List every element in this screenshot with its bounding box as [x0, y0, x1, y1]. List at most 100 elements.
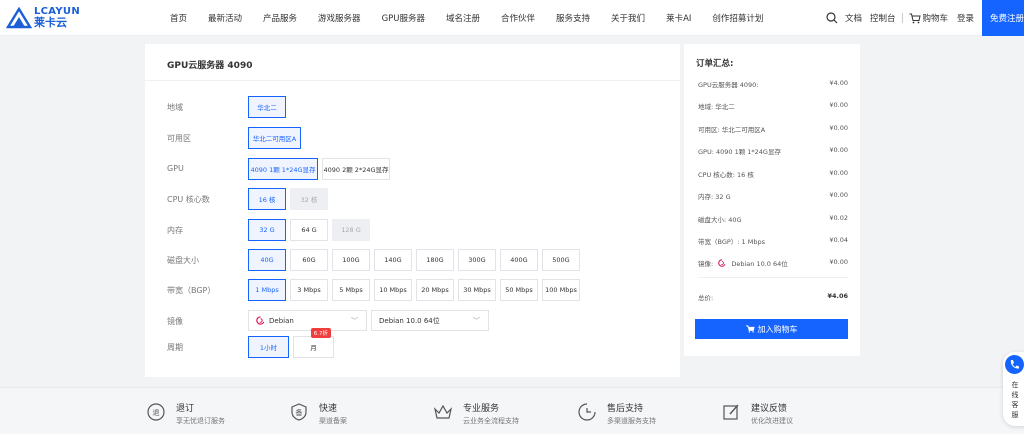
- os-version-value: Debian 10.0 64位: [379, 316, 440, 325]
- summary-row: GPU云服务器 4090: ¥4.00: [698, 79, 848, 89]
- bandwidth-option-30[interactable]: 30 Mbps: [458, 279, 496, 301]
- summary-row-image: 镜像: Debian 10.0 64位 ¥0.00: [698, 258, 848, 270]
- cart-link[interactable]: 购物车: [923, 12, 949, 24]
- period-row: 周期 1小时 月 6.7折: [145, 328, 680, 358]
- nav-home[interactable]: 首页: [170, 12, 187, 24]
- memory-option-64[interactable]: 64 G: [290, 219, 328, 241]
- disk-option-300[interactable]: 300G: [458, 249, 496, 271]
- summary-total: 总价: ¥4.06: [698, 292, 848, 302]
- image-row: 镜像 Debian ﹀ Debian 10.0 64位 ﹀: [145, 310, 680, 332]
- online-service-widget[interactable]: 在线客服: [1003, 352, 1024, 426]
- summary-row: CPU 核心数: 16 核 ¥0.00: [698, 169, 848, 179]
- summary-row: 内存: 32 G ¥0.00: [698, 191, 848, 201]
- disk-option-40[interactable]: 40G: [248, 249, 286, 271]
- divider: [698, 277, 848, 278]
- gpu-option-1[interactable]: 4090 1颗 1*24G显存: [248, 158, 318, 180]
- nav-products[interactable]: 产品服务: [263, 12, 297, 24]
- cpu-row: CPU 核心数 16 核 32 核: [145, 188, 680, 210]
- nav-partners[interactable]: 合作伙伴: [501, 12, 535, 24]
- logo[interactable]: LCAYUN 莱卡云: [6, 5, 88, 31]
- os-select[interactable]: Debian ﹀: [248, 310, 367, 331]
- nav-about[interactable]: 关于我们: [611, 12, 645, 24]
- bandwidth-option-50[interactable]: 50 Mbps: [500, 279, 538, 301]
- os-version-select[interactable]: Debian 10.0 64位 ﹀: [371, 310, 489, 331]
- nav-creator[interactable]: 创作招募计划: [712, 12, 763, 24]
- search-icon[interactable]: [826, 12, 838, 24]
- cpu-option-32: 32 核: [290, 188, 328, 210]
- disk-option-100[interactable]: 100G: [332, 249, 370, 271]
- header-divider: [901, 13, 903, 23]
- cpu-option-16[interactable]: 16 核: [248, 188, 286, 210]
- nav-support[interactable]: 服务支持: [556, 12, 590, 24]
- summary-row: 磁盘大小: 40G ¥0.02: [698, 214, 848, 224]
- header-right: 文档 控制台 购物车 登录: [826, 0, 974, 36]
- period-option-month[interactable]: 月 6.7折: [293, 328, 334, 358]
- gpu-option-2[interactable]: 4090 2颗 2*24G显存: [322, 158, 390, 180]
- memory-option-128: 128 G: [332, 219, 370, 241]
- divider: [145, 80, 680, 81]
- zone-option-a[interactable]: 华北二可用区A: [248, 127, 301, 149]
- nav-game-servers[interactable]: 游戏服务器: [318, 12, 361, 24]
- refund-icon: 退: [147, 403, 165, 421]
- add-to-cart-label: 加入购物车: [757, 324, 798, 334]
- period-option-hour[interactable]: 1小时: [248, 336, 289, 358]
- bandwidth-row: 带宽（BGP） 1 Mbps 3 Mbps 5 Mbps 10 Mbps 20 …: [145, 279, 680, 301]
- summary-title: 订单汇总:: [696, 59, 734, 69]
- debian-icon: [718, 259, 726, 267]
- discount-badge: 6.7折: [310, 328, 331, 338]
- zone-row: 可用区 华北二可用区A: [145, 127, 680, 149]
- config-card: GPU云服务器 4090 地域 华北二 可用区 华北二可用区A GPU 4090…: [145, 44, 680, 377]
- disk-option-400[interactable]: 400G: [500, 249, 538, 271]
- bandwidth-option-1[interactable]: 1 Mbps: [248, 279, 286, 301]
- console-link[interactable]: 控制台: [870, 12, 896, 24]
- bandwidth-option-10[interactable]: 10 Mbps: [374, 279, 412, 301]
- bandwidth-option-20[interactable]: 20 Mbps: [416, 279, 454, 301]
- nav-activities[interactable]: 最新活动: [208, 12, 242, 24]
- feature-bar: 退 退订 享无忧退订服务 备 快速 渠道备案 专业服务 云业务全流程支持 售后支…: [0, 387, 1024, 434]
- bandwidth-option-3[interactable]: 3 Mbps: [290, 279, 328, 301]
- clock-icon: [578, 403, 596, 421]
- summary-image-value: Debian 10.0 64位: [731, 260, 788, 268]
- total-label: 总价:: [698, 294, 714, 302]
- bandwidth-option-100[interactable]: 100 Mbps: [542, 279, 580, 301]
- region-option-huabei2[interactable]: 华北二: [248, 96, 286, 118]
- chevron-down-icon: ﹀: [351, 317, 358, 325]
- logo-mark-icon: [6, 7, 32, 29]
- gpu-row: GPU 4090 1颗 1*24G显存 4090 2颗 2*24G显存: [145, 158, 680, 180]
- disk-option-60[interactable]: 60G: [290, 249, 328, 271]
- disk-row: 磁盘大小 40G 60G 100G 140G 180G 300G 400G 50…: [145, 249, 680, 271]
- crown-icon: [433, 404, 453, 419]
- cart-icon[interactable]: [909, 13, 921, 24]
- add-to-cart-button[interactable]: 加入购物车: [695, 319, 848, 339]
- svg-text:备: 备: [296, 408, 303, 417]
- memory-row: 内存 32 G 64 G 128 G: [145, 219, 680, 241]
- summary-row: 可用区: 华北二可用区A ¥0.00: [698, 124, 848, 134]
- order-summary: 订单汇总: GPU云服务器 4090: ¥4.00 地域: 华北二 ¥0.00 可用…: [684, 44, 860, 356]
- bandwidth-label: 带宽（BGP）: [167, 286, 216, 295]
- svg-text:退: 退: [153, 408, 160, 417]
- summary-image-key: 镜像:: [698, 260, 714, 268]
- summary-row: 地域: 华北二 ¥0.00: [698, 101, 848, 111]
- summary-row: GPU: 4090 1颗 1*24G显存 ¥0.00: [698, 146, 848, 156]
- summary-row: 带宽（BGP）: 1 Mbps ¥0.04: [698, 236, 848, 246]
- region-row: 地域 华北二: [145, 96, 680, 118]
- phone-icon: [1005, 355, 1024, 374]
- product-title: GPU云服务器 4090: [167, 61, 253, 71]
- nav-ai[interactable]: 莱卡AI: [666, 12, 691, 24]
- debian-icon: [256, 316, 265, 325]
- disk-option-140[interactable]: 140G: [374, 249, 412, 271]
- bandwidth-option-5[interactable]: 5 Mbps: [332, 279, 370, 301]
- nav-gpu-servers[interactable]: GPU服务器: [382, 12, 425, 24]
- disk-option-180[interactable]: 180G: [416, 249, 454, 271]
- logo-text-cn: 莱卡云: [34, 16, 67, 29]
- login-link[interactable]: 登录: [957, 12, 974, 24]
- disk-option-500[interactable]: 500G: [542, 249, 580, 271]
- top-header: LCAYUN 莱卡云 首页 最新活动 产品服务 游戏服务器 GPU服务器 域名注…: [0, 0, 1024, 36]
- memory-option-32[interactable]: 32 G: [248, 219, 286, 241]
- nav-domain[interactable]: 域名注册: [446, 12, 480, 24]
- total-price: ¥4.06: [827, 292, 848, 300]
- register-button[interactable]: 免费注册: [982, 0, 1024, 36]
- cpu-label: CPU 核心数: [167, 195, 210, 204]
- period-option-month-label: 月: [310, 344, 317, 352]
- docs-link[interactable]: 文档: [845, 12, 862, 24]
